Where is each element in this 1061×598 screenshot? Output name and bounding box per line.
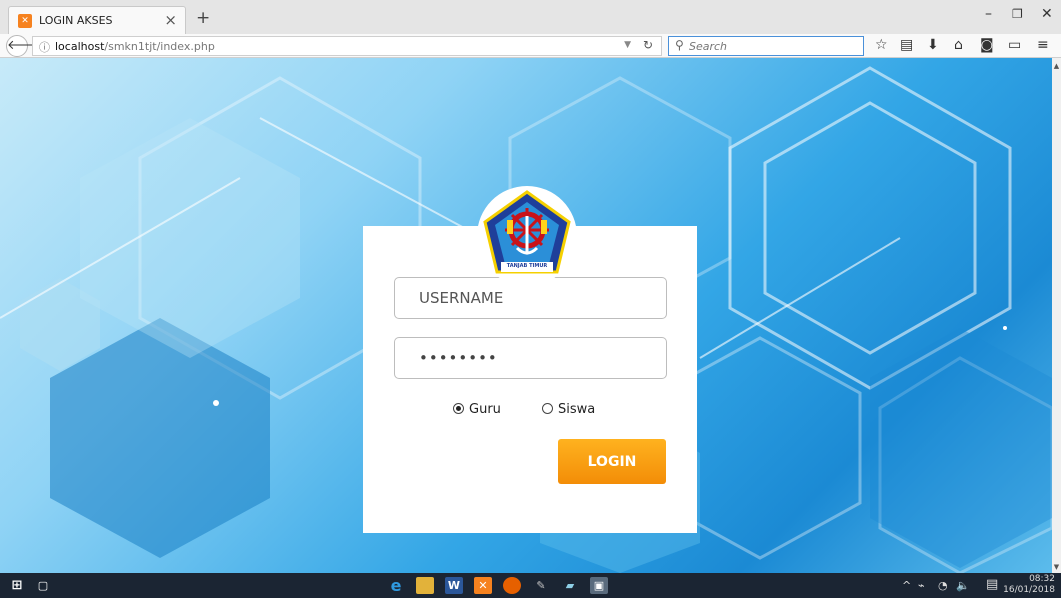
notepad-icon[interactable]: ▰ — [561, 577, 579, 594]
close-window-icon[interactable]: ✕ — [1041, 6, 1053, 22]
url-text: localhost/smkn1tjt/index.php — [55, 40, 215, 53]
pocket-icon[interactable]: ◙ — [980, 37, 994, 53]
windows-start-icon[interactable]: ⊞ — [8, 577, 26, 594]
xampp-taskbar-icon[interactable]: ✕ — [474, 577, 492, 594]
screenshot-icon[interactable]: ▭ — [1008, 37, 1021, 53]
tray-chevron-icon[interactable]: ^ — [902, 579, 911, 592]
url-bar[interactable]: ⓘ localhost/smkn1tjt/index.php ▼ ↻ — [32, 36, 662, 56]
radio-selected-icon — [453, 403, 464, 414]
volume-icon[interactable]: 🔈 — [956, 579, 970, 592]
url-host: localhost — [55, 40, 105, 53]
reading-list-icon[interactable]: ▤ — [900, 37, 913, 53]
taskbar: ⊞ ▢ e W ✕ ✎ ▰ ▣ ^ ⌁ ◔ 🔈 ▤ 08:32 16/01/20… — [0, 573, 1061, 598]
emblem-shield-icon — [483, 190, 571, 274]
system-clock[interactable]: 08:32 16/01/2018 — [1003, 574, 1055, 596]
role-siswa-label: Siswa — [558, 402, 596, 417]
password-input[interactable] — [394, 337, 667, 379]
paint-icon[interactable]: ✎ — [532, 577, 550, 594]
edge-browser-icon[interactable]: e — [387, 577, 405, 594]
page-viewport: Guru Siswa LOGIN TANJAB TIMUR — [0, 58, 1052, 573]
clock-time: 08:32 — [1029, 574, 1055, 584]
role-siswa-radio[interactable]: Siswa — [542, 402, 595, 417]
role-guru-label: Guru — [469, 402, 501, 417]
xampp-icon: ✕ — [18, 14, 32, 28]
url-dropdown-icon[interactable]: ▼ — [624, 40, 631, 50]
search-box[interactable]: ⚲ — [668, 36, 864, 56]
reload-icon[interactable]: ↻ — [643, 38, 653, 52]
network-icon[interactable]: ⌁ — [918, 579, 925, 592]
info-icon[interactable]: ⓘ — [39, 39, 50, 55]
download-icon[interactable]: ⬇ — [927, 37, 939, 53]
firefox-icon[interactable] — [503, 577, 521, 594]
file-explorer-icon[interactable] — [416, 577, 434, 594]
logo-caption: TANJAB TIMUR — [506, 263, 548, 269]
school-logo: TANJAB TIMUR — [477, 186, 577, 286]
url-path: /smkn1tjt/index.php — [104, 40, 215, 53]
word-icon[interactable]: W — [445, 577, 463, 594]
restore-icon[interactable]: ❐ — [1012, 7, 1023, 21]
menu-icon[interactable]: ≡ — [1037, 37, 1049, 53]
radio-unselected-icon — [542, 403, 553, 414]
new-tab-button[interactable]: + — [196, 8, 210, 28]
search-input[interactable] — [669, 37, 863, 55]
tab-title: LOGIN AKSES — [39, 14, 113, 27]
scrollbar[interactable]: ▲ ▼ — [1052, 58, 1061, 573]
clock-date: 16/01/2018 — [1003, 585, 1055, 595]
back-button[interactable]: 🡐 — [6, 35, 42, 57]
login-button[interactable]: LOGIN — [558, 439, 666, 484]
notifications-icon[interactable]: ▤ — [986, 577, 998, 592]
role-guru-radio[interactable]: Guru — [453, 402, 501, 417]
bookmark-star-icon[interactable]: ☆ — [875, 37, 888, 53]
app-icon[interactable]: ▣ — [590, 577, 608, 594]
browser-tab[interactable]: ✕ LOGIN AKSES × — [8, 6, 186, 34]
wifi-icon[interactable]: ◔ — [938, 579, 948, 592]
minimize-icon[interactable]: – — [985, 6, 992, 22]
task-view-icon[interactable]: ▢ — [34, 577, 52, 594]
scroll-up-icon[interactable]: ▲ — [1052, 62, 1061, 70]
tab-bar: ✕ LOGIN AKSES × + – ❐ ✕ — [0, 0, 1061, 34]
scroll-down-icon[interactable]: ▼ — [1052, 563, 1061, 571]
nav-bar: 🡐 ⓘ localhost/smkn1tjt/index.php ▼ ↻ ⚲ ☆… — [0, 34, 1061, 58]
close-tab-icon[interactable]: × — [164, 11, 177, 29]
home-icon[interactable]: ⌂ — [954, 37, 963, 53]
